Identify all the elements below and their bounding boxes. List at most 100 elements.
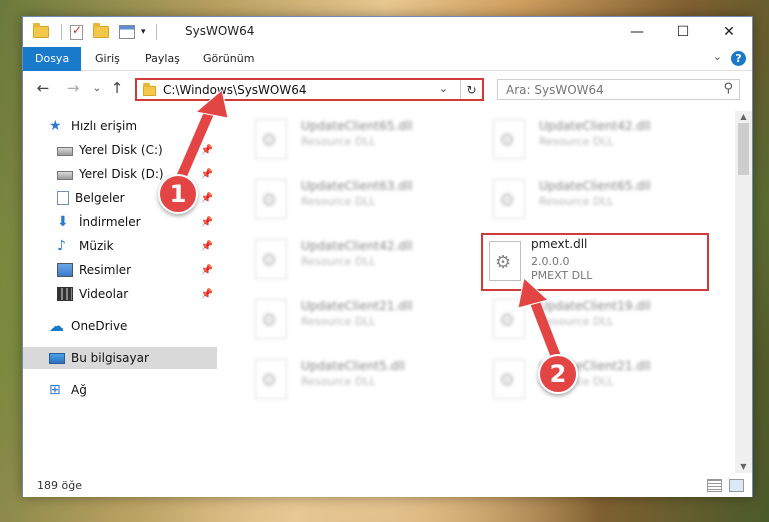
back-button[interactable]: ← xyxy=(33,78,53,98)
scrollbar-thumb[interactable] xyxy=(738,123,749,175)
search-box[interactable]: ⚲ xyxy=(497,79,740,100)
search-icon[interactable]: ⚲ xyxy=(723,81,733,96)
navigation-pane: ★ Hızlı erişim Yerel Disk (C:) 📌 Yerel D… xyxy=(23,111,217,473)
checklist-icon[interactable] xyxy=(70,23,83,40)
list-item[interactable]: UpdateClient42.dll Resource DLL xyxy=(481,113,701,161)
up-button[interactable]: ↑ xyxy=(107,78,127,98)
file-description: Resource DLL xyxy=(301,375,376,388)
pin-icon[interactable]: 📌 xyxy=(201,217,213,228)
list-item[interactable]: UpdateClient19.dll Resource DLL xyxy=(481,293,701,341)
refresh-button[interactable]: ↻ xyxy=(460,80,482,99)
dll-file-icon xyxy=(255,299,287,339)
help-icon[interactable]: ? xyxy=(731,51,746,66)
forward-button[interactable]: → xyxy=(63,78,83,98)
file-name: UpdateClient63.dll xyxy=(301,179,413,193)
tab-view[interactable]: Görünüm xyxy=(191,47,266,71)
sidebar-item-label: Resimler xyxy=(79,263,132,277)
list-item[interactable]: UpdateClient65.dll Resource DLL xyxy=(481,173,701,221)
properties-icon[interactable] xyxy=(119,25,135,39)
sidebar-item-label: Yerel Disk (C:) xyxy=(79,143,163,157)
file-name: UpdateClient21.dll xyxy=(301,299,413,313)
dll-file-icon xyxy=(493,299,525,339)
file-description: Resource DLL xyxy=(539,195,614,208)
scroll-down-icon[interactable]: ▼ xyxy=(735,461,752,473)
recent-locations-button[interactable]: ⌄ xyxy=(87,78,107,98)
list-item[interactable]: UpdateClient65.dll Resource DLL xyxy=(243,113,463,161)
pin-icon[interactable]: 📌 xyxy=(201,193,213,204)
folder-icon xyxy=(143,83,156,96)
file-description: PMEXT DLL xyxy=(531,269,593,282)
sidebar-item-label: OneDrive xyxy=(71,319,128,333)
pictures-icon xyxy=(57,263,73,277)
folder-icon xyxy=(33,23,49,38)
music-icon: ♪ xyxy=(57,238,66,254)
customize-toolbar-chevron-icon[interactable]: ▾ xyxy=(141,27,146,37)
search-input[interactable] xyxy=(498,80,698,99)
scroll-up-icon[interactable]: ▲ xyxy=(735,111,752,123)
sidebar-item-label: Ağ xyxy=(71,383,87,397)
sidebar-item-onedrive[interactable]: ☁ OneDrive xyxy=(23,315,217,337)
annotation-step-1: 1 xyxy=(158,174,198,214)
quick-access-toolbar: ▾ xyxy=(33,23,157,41)
navigation-bar: ← → ⌄ ↑ C:\Windows\SysWOW64 ⌄ ↻ ⚲ xyxy=(23,72,752,106)
pin-icon[interactable]: 📌 xyxy=(201,289,213,300)
pmext-dll-file[interactable]: pmext.dll 2.0.0.0 PMEXT DLL xyxy=(481,233,709,291)
sidebar-item-label: Müzik xyxy=(79,239,114,253)
dll-file-icon xyxy=(493,179,525,219)
disk-icon xyxy=(57,147,73,156)
minimize-button[interactable]: — xyxy=(614,17,660,47)
videos-icon xyxy=(57,287,73,301)
pin-icon[interactable]: 📌 xyxy=(201,241,213,252)
list-item[interactable]: UpdateClient21.dll Resource DLL xyxy=(481,353,701,401)
details-view-icon[interactable] xyxy=(707,479,722,492)
file-list: UpdateClient65.dll Resource DLL UpdateCl… xyxy=(233,111,733,473)
dll-file-icon xyxy=(255,239,287,279)
disk-icon xyxy=(57,171,73,180)
sidebar-item-videos[interactable]: Videolar 📌 xyxy=(23,283,217,305)
file-description: Resource DLL xyxy=(301,315,376,328)
sidebar-item-label: Yerel Disk (D:) xyxy=(79,167,164,181)
window-title: SysWOW64 xyxy=(185,24,255,38)
large-icons-view-icon[interactable] xyxy=(729,479,744,492)
list-item[interactable]: UpdateClient21.dll Resource DLL xyxy=(243,293,463,341)
dll-file-icon xyxy=(493,359,525,399)
address-bar[interactable]: C:\Windows\SysWOW64 ⌄ ↻ xyxy=(135,78,484,101)
file-description: Resource DLL xyxy=(539,135,614,148)
list-item[interactable]: UpdateClient5.dll Resource DLL xyxy=(243,353,463,401)
address-path[interactable]: C:\Windows\SysWOW64 xyxy=(163,83,307,97)
close-button[interactable]: ✕ xyxy=(706,17,752,47)
pin-icon[interactable]: 📌 xyxy=(201,265,213,276)
tab-share[interactable]: Paylaş xyxy=(133,47,192,71)
sidebar-item-label: Bu bilgisayar xyxy=(71,351,149,365)
file-name: UpdateClient65.dll xyxy=(539,179,651,193)
new-folder-icon[interactable] xyxy=(93,23,109,38)
annotation-step-2: 2 xyxy=(538,354,578,394)
tab-home[interactable]: Giriş xyxy=(83,47,132,71)
file-version: 2.0.0.0 xyxy=(531,255,570,268)
sidebar-item-music[interactable]: ♪ Müzik 📌 xyxy=(23,235,217,257)
sidebar-item-this-pc[interactable]: Bu bilgisayar xyxy=(23,347,217,369)
dll-file-icon xyxy=(489,241,521,281)
expand-ribbon-icon[interactable]: ⌄ xyxy=(713,50,722,63)
sidebar-item-local-disk-c[interactable]: Yerel Disk (C:) 📌 xyxy=(23,139,217,161)
maximize-button[interactable]: ☐ xyxy=(660,17,706,47)
sidebar-item-downloads[interactable]: ⬇ İndirmeler 📌 xyxy=(23,211,217,233)
cloud-icon: ☁ xyxy=(49,317,64,335)
sidebar-item-network[interactable]: ⊞ Ağ xyxy=(23,379,217,401)
item-count: 189 öğe xyxy=(37,479,82,492)
tab-file[interactable]: Dosya xyxy=(23,47,81,71)
file-name: UpdateClient65.dll xyxy=(301,119,413,133)
address-dropdown-icon[interactable]: ⌄ xyxy=(439,82,448,95)
download-icon: ⬇ xyxy=(57,214,69,230)
sidebar-item-quick-access[interactable]: ★ Hızlı erişim xyxy=(23,115,217,137)
vertical-scrollbar[interactable]: ▲ ▼ xyxy=(735,111,752,473)
list-item[interactable]: UpdateClient42.dll Resource DLL xyxy=(243,233,463,281)
file-name: pmext.dll xyxy=(531,237,588,251)
sidebar-item-pictures[interactable]: Resimler 📌 xyxy=(23,259,217,281)
pin-icon[interactable]: 📌 xyxy=(201,145,213,156)
document-icon xyxy=(57,191,69,205)
pin-icon[interactable]: 📌 xyxy=(201,169,213,180)
list-item[interactable]: UpdateClient63.dll Resource DLL xyxy=(243,173,463,221)
dll-file-icon xyxy=(255,359,287,399)
sidebar-item-label: Hızlı erişim xyxy=(71,119,138,133)
